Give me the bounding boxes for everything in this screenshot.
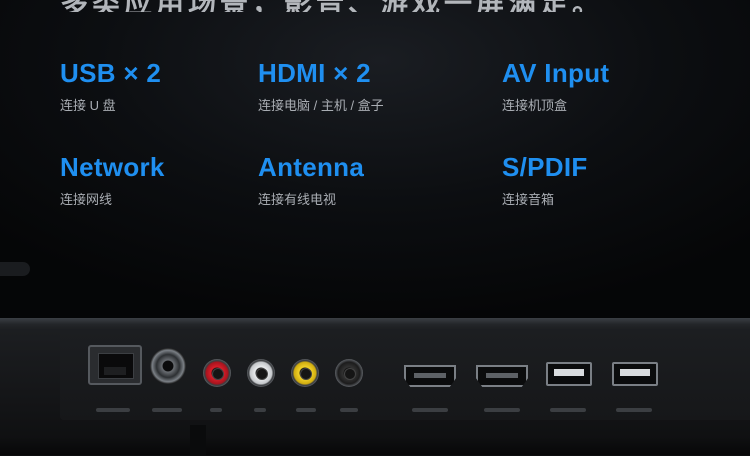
- rca-yellow-port-icon: [291, 359, 319, 387]
- port-marking: [340, 408, 358, 412]
- usb-port-icon: [546, 362, 592, 386]
- headline: 多类应用场景，影音、游戏一屏满足。: [60, 0, 740, 12]
- port-spec-name: HDMI × 2: [258, 58, 371, 88]
- port-marking: [616, 408, 652, 412]
- port-marking: [152, 408, 182, 412]
- port-marking: [254, 408, 266, 412]
- side-button: [0, 262, 30, 276]
- rca-red-port-icon: [203, 359, 231, 387]
- port-spec-desc: 连接机顶盒: [502, 98, 568, 113]
- usb-port-icon: [612, 362, 658, 386]
- antenna-port-icon: [150, 348, 186, 384]
- tv-edge: [0, 318, 750, 324]
- spdif-port-icon: [335, 359, 363, 387]
- port-marking: [210, 408, 222, 412]
- port-spec-desc: 连接电脑 / 主机 / 盒子: [258, 98, 384, 113]
- port-marking: [296, 408, 316, 412]
- port-spec-antenna: Antenna 连接有线电视: [258, 152, 364, 208]
- stand-base: [0, 438, 750, 455]
- port-spec-desc: 连接网线: [60, 192, 113, 207]
- port-spec-name: S/PDIF: [502, 152, 588, 182]
- port-marking: [96, 408, 130, 412]
- port-spec-desc: 连接 U 盘: [60, 98, 116, 113]
- stand-post: [190, 425, 206, 455]
- port-spec-name: USB × 2: [60, 58, 162, 88]
- hdmi-port-icon: [404, 365, 456, 387]
- port-spec-desc: 连接音箱: [502, 192, 555, 207]
- port-marking: [550, 408, 586, 412]
- port-spec-name: AV Input: [502, 58, 610, 88]
- rca-white-port-icon: [247, 359, 275, 387]
- port-spec-av-input: AV Input 连接机顶盒: [502, 58, 609, 114]
- port-spec-usb: USB × 2 连接 U 盘: [60, 58, 161, 114]
- port-spec-name: Antenna: [258, 152, 365, 182]
- port-spec-desc: 连接有线电视: [258, 192, 337, 207]
- port-spec-spdif: S/PDIF 连接音箱: [502, 152, 588, 208]
- hdmi-port-icon: [476, 365, 528, 387]
- ethernet-port-icon: [88, 345, 142, 385]
- port-marking: [412, 408, 448, 412]
- port-spec-name: Network: [60, 152, 165, 182]
- port-spec-hdmi: HDMI × 2 连接电脑 / 主机 / 盒子: [258, 58, 384, 114]
- port-marking: [484, 408, 520, 412]
- port-spec-network: Network 连接网线: [60, 152, 165, 208]
